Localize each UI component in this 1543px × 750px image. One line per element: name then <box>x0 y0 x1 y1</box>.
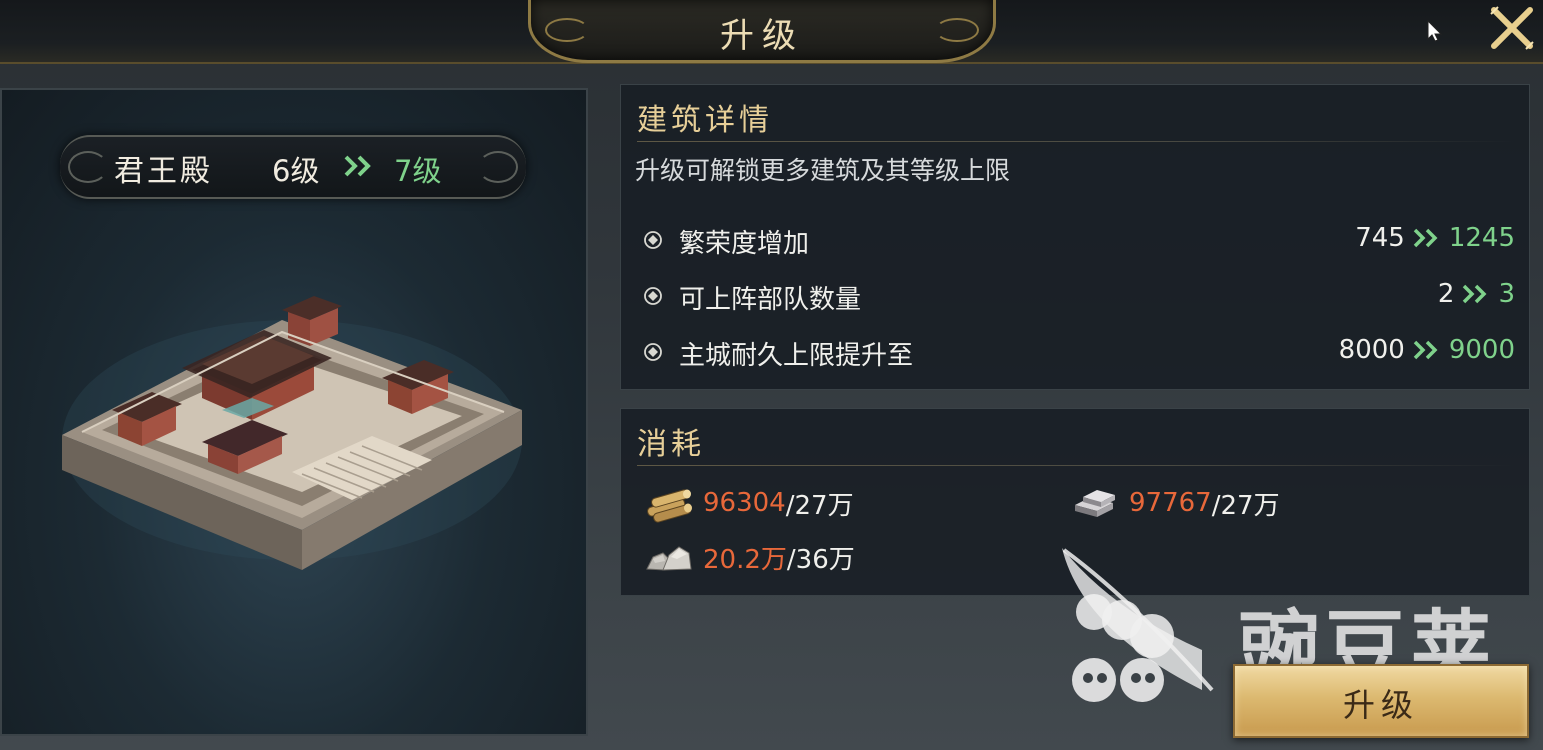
plate-ornament-left <box>68 151 108 183</box>
stat-row-troops: 可上阵部队数量 2 3 <box>643 277 1515 317</box>
diamond-bullet-icon <box>644 287 662 305</box>
upgrade-screen: 升级 君王殿 6级 7级 建筑详情 升级可解锁更多建筑及其等级上限 繁荣度增加 … <box>0 0 1543 750</box>
cursor-icon <box>1427 20 1443 42</box>
close-icon[interactable] <box>1488 4 1536 52</box>
wood-icon <box>647 489 692 523</box>
stat-from: 8000 <box>1338 335 1405 365</box>
resource-have: 20.2万 <box>703 544 787 575</box>
cost-title: 消耗 <box>637 427 705 462</box>
double-chevron-icon <box>1413 228 1438 248</box>
resource-need: /36万 <box>786 544 855 575</box>
details-title: 建筑详情 <box>637 103 773 138</box>
stat-to: 9000 <box>1448 335 1515 365</box>
diamond-bullet-icon <box>644 231 662 249</box>
resource-iron: 97767 /27万 <box>1069 483 1280 523</box>
building-name-plate: 君王殿 6级 7级 <box>60 135 526 199</box>
resource-have: 96304 <box>703 488 786 518</box>
palace-building-image <box>62 296 522 570</box>
title-bar: 升级 <box>0 0 1543 64</box>
upgrade-button[interactable]: 升级 <box>1233 664 1529 738</box>
diamond-bullet-icon <box>644 343 662 361</box>
resource-need: /27万 <box>1211 490 1280 521</box>
upgrade-button-label: 升级 <box>1342 686 1419 724</box>
stat-row-prosperity: 繁荣度增加 745 1245 <box>643 221 1515 261</box>
resource-stone: 20.2万 /36万 <box>643 537 855 577</box>
stat-from: 2 <box>1437 279 1455 309</box>
resource-need: /27万 <box>785 490 854 521</box>
section-divider <box>637 465 1515 466</box>
details-description: 升级可解锁更多建筑及其等级上限 <box>635 156 1011 185</box>
title-plaque: 升级 <box>528 0 996 63</box>
section-divider <box>637 141 1515 142</box>
next-level: 7级 <box>394 154 442 188</box>
stat-row-durability: 主城耐久上限提升至 8000 9000 <box>643 333 1515 373</box>
plate-ornament-right <box>478 151 518 183</box>
stat-from: 745 <box>1355 223 1405 253</box>
stat-label: 主城耐久上限提升至 <box>679 341 914 371</box>
double-chevron-icon <box>1413 340 1438 360</box>
stone-icon <box>646 546 692 571</box>
double-chevron-icon <box>1463 284 1487 304</box>
double-chevron-icon <box>344 155 371 177</box>
stat-label: 可上阵部队数量 <box>679 285 862 315</box>
stat-label: 繁荣度增加 <box>679 229 810 259</box>
building-panel: 君王殿 6级 7级 <box>0 88 588 736</box>
page-title: 升级 <box>720 16 804 56</box>
building-details-panel: 建筑详情 升级可解锁更多建筑及其等级上限 繁荣度增加 745 1245 可上阵部… <box>620 84 1530 390</box>
stat-to: 3 <box>1498 279 1515 309</box>
building-name: 君王殿 <box>114 154 213 189</box>
iron-icon <box>1075 490 1115 517</box>
current-level: 6级 <box>272 154 320 188</box>
resource-have: 97767 <box>1129 488 1212 518</box>
stat-to: 1245 <box>1448 223 1515 253</box>
resource-wood: 96304 /27万 <box>643 483 854 523</box>
